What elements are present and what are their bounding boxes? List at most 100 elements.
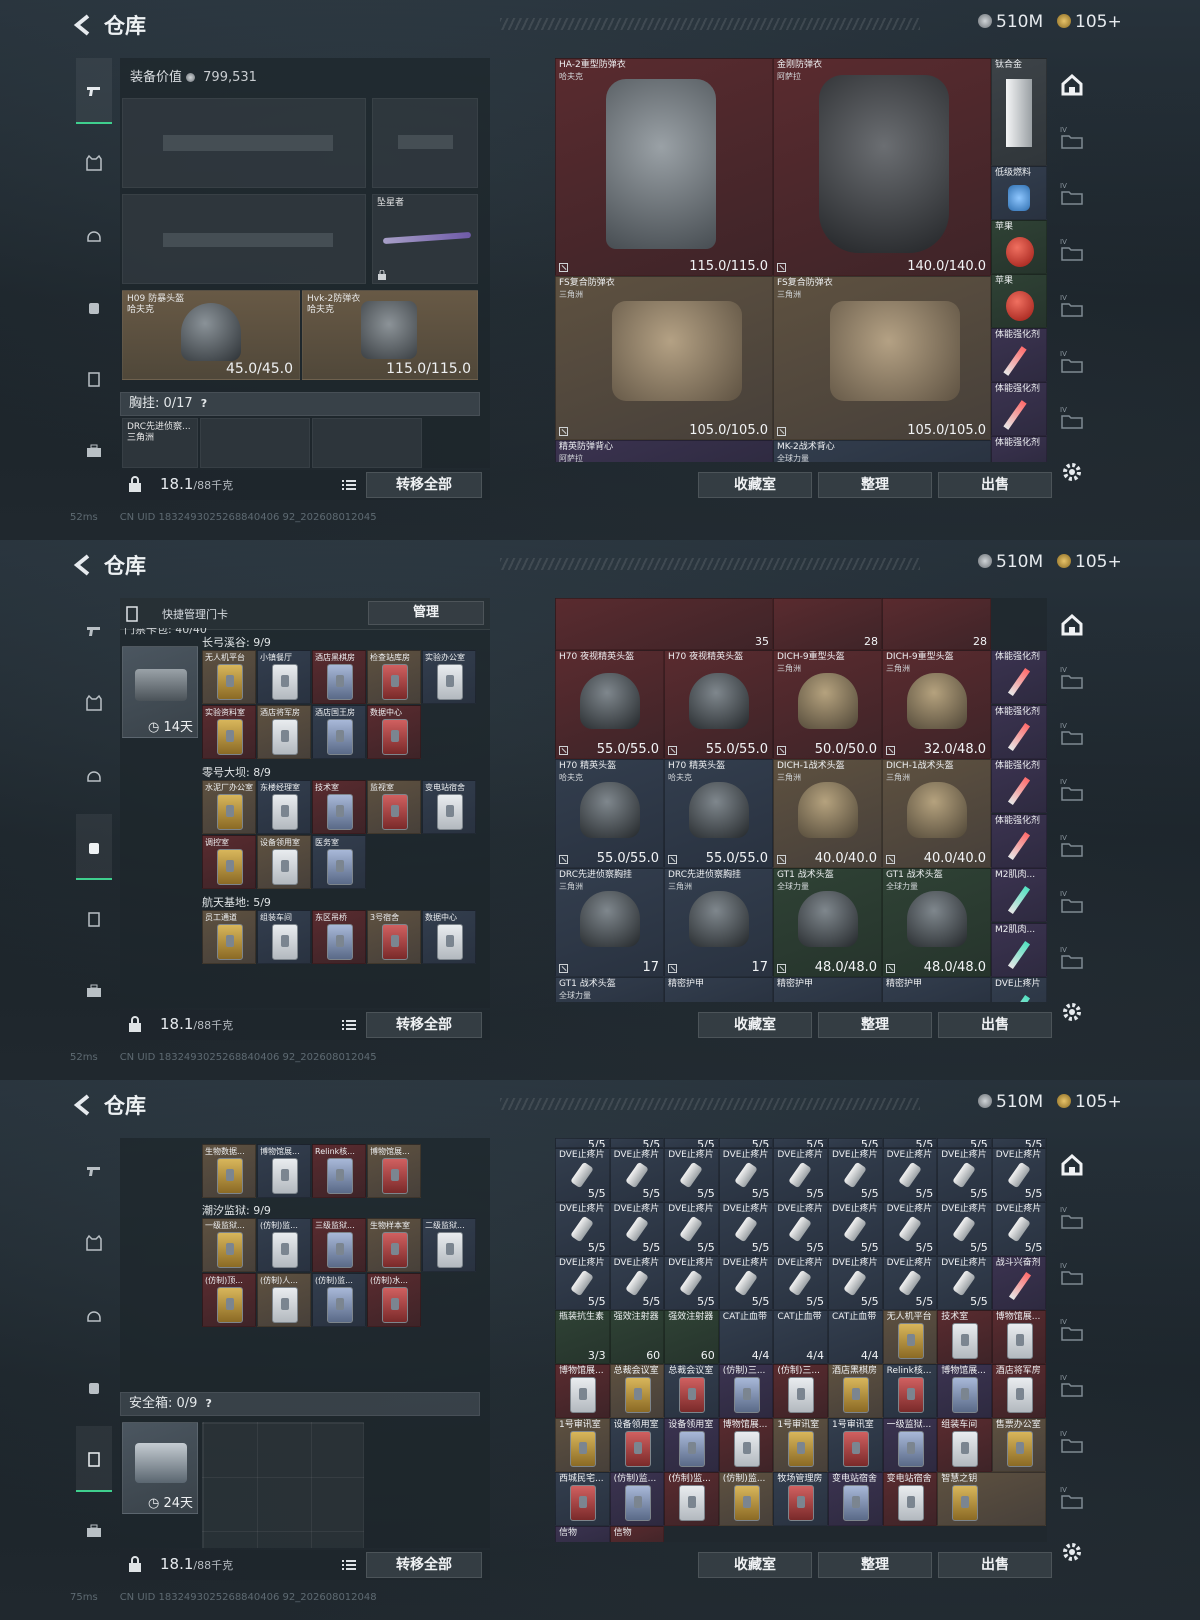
safe-box-grid[interactable]	[202, 1422, 364, 1548]
stash-item[interactable]: 5/5	[828, 1138, 883, 1148]
stash-item[interactable]: DICH-1战术头盔 三角洲 40.0/40.0	[882, 759, 991, 868]
stash-item[interactable]: CAT止血带 4/4	[828, 1310, 883, 1364]
stash-item[interactable]: H70 精英头盔 哈夫克 55.0/55.0	[555, 759, 664, 868]
stash-item[interactable]: DVE止疼片 5/5	[773, 1202, 828, 1256]
stash-item[interactable]: 博物馆展...	[718, 1418, 774, 1472]
stash-item[interactable]: (仿制)三...	[773, 1364, 828, 1418]
stash-item[interactable]: FS复合防弹衣 三角洲 105.0/105.0	[773, 276, 991, 440]
chest-rig-slot[interactable]	[312, 418, 422, 468]
stash-item[interactable]: 5/5	[991, 1138, 1047, 1148]
armor-slot[interactable]: Hvk-2防弹衣 哈夫克 115.0/115.0	[302, 290, 478, 380]
stash-tab-main[interactable]	[1052, 58, 1092, 112]
keycard-item[interactable]: 生物样本室	[367, 1218, 421, 1272]
stash-item[interactable]: MK-2战术背心 全球力量	[773, 440, 991, 462]
sidebar-item-weapons[interactable]	[76, 1138, 112, 1204]
stash-item[interactable]: 5/5	[555, 1138, 610, 1148]
stash-tab-3[interactable]: IV	[1052, 1306, 1092, 1360]
stash-item[interactable]: 5/5	[609, 1138, 665, 1148]
stash-item[interactable]: 钛合金	[991, 58, 1047, 166]
stash-tab-4[interactable]: IV	[1052, 822, 1092, 876]
stash-item[interactable]: 体能强化剂	[991, 382, 1047, 436]
stash-item[interactable]: 设备领用室	[609, 1418, 665, 1472]
stash-item[interactable]: DICH-1战术头盔 三角洲 40.0/40.0	[773, 759, 882, 868]
stash-tab-2[interactable]: IV	[1052, 1250, 1092, 1304]
list-view-button[interactable]	[338, 1014, 360, 1036]
stash-item[interactable]: DVE止疼片 5/5	[882, 1202, 938, 1256]
melee-slot[interactable]: 坠星者	[372, 194, 478, 284]
stash-item[interactable]: 苹果	[991, 274, 1047, 328]
stash-item[interactable]: 西城民宅...	[555, 1472, 610, 1526]
keycard-item[interactable]: 变电站宿舍	[422, 780, 476, 834]
stash-item[interactable]: DVE止疼片 5/5	[882, 1256, 938, 1310]
stash-tab-5[interactable]: IV	[1052, 338, 1092, 392]
stash-item[interactable]: 博物馆展...	[555, 1364, 610, 1418]
stash-item[interactable]: 5/5	[773, 1138, 828, 1148]
stash-item[interactable]: FS复合防弹衣 三角洲 105.0/105.0	[555, 276, 773, 440]
stash-tab-3[interactable]: IV	[1052, 226, 1092, 280]
stash-item[interactable]: DVE止疼片 5/5	[718, 1202, 774, 1256]
stash-item[interactable]: GT1 战术头盔 全球力量	[555, 977, 664, 1002]
stash-item[interactable]: DVE止疼片 5/5	[937, 1202, 992, 1256]
stash-tab-5[interactable]: IV	[1052, 878, 1092, 932]
stash-item[interactable]: CAT止血带 4/4	[773, 1310, 828, 1364]
keycard-item[interactable]: 酒店黑棋房	[312, 650, 366, 704]
stash-item[interactable]: 强效注射器 60	[609, 1310, 665, 1364]
keycard-item[interactable]: 监视室	[367, 780, 421, 834]
stash-item[interactable]: HA-2重型防弹衣 哈夫克 115.0/115.0	[555, 58, 773, 276]
stash-item[interactable]: 5/5	[718, 1138, 774, 1148]
settings-gear-icon[interactable]	[1060, 1540, 1084, 1564]
keycard-item[interactable]: (仿制)监...	[257, 1218, 311, 1272]
stash-tab-1[interactable]: IV	[1052, 654, 1092, 708]
lock-icon[interactable]	[128, 1016, 142, 1032]
sidebar-item-backpack[interactable]	[76, 1354, 112, 1420]
stash-item[interactable]: 体能强化剂	[991, 328, 1047, 382]
keycard-item[interactable]: 水泥厂办公室	[202, 780, 256, 834]
stash-item[interactable]: 低级燃料	[991, 166, 1047, 220]
stash-item[interactable]: 总裁会议室	[664, 1364, 719, 1418]
sidebar-item-safe[interactable]	[76, 886, 112, 952]
stash-item[interactable]: (仿制)监...	[664, 1472, 719, 1526]
stash-item[interactable]: DVE止疼片 5/5	[773, 1148, 828, 1202]
stash-item[interactable]: 精英防弹背心 阿萨拉	[555, 440, 773, 462]
stash-item[interactable]: DVE止疼片 5/5	[828, 1202, 883, 1256]
stash-item[interactable]: 5/5	[664, 1138, 719, 1148]
stash-item[interactable]: (仿制)监...	[609, 1472, 665, 1526]
stash-tab-3[interactable]: IV	[1052, 766, 1092, 820]
sidebar-item-toolbox[interactable]	[76, 1498, 112, 1564]
keycard-item[interactable]: 小镇餐厅	[257, 650, 311, 704]
stash-item[interactable]: H70 夜视精英头盔 55.0/55.0	[555, 650, 664, 759]
keycard-item[interactable]: 一级监狱...	[202, 1218, 256, 1272]
stash-item[interactable]: H70 精英头盔 哈夫克 55.0/55.0	[664, 759, 773, 868]
settings-gear-icon[interactable]	[1060, 460, 1084, 484]
keycard-item[interactable]: 三级监狱...	[312, 1218, 366, 1272]
chest-rig-item[interactable]: DRC先进侦察... 三角洲	[122, 418, 198, 468]
stash-item[interactable]: 精密护甲	[882, 977, 991, 1002]
keycard-item[interactable]: 酒店国王房	[312, 705, 366, 759]
keycard-item[interactable]: 无人机平台	[202, 650, 256, 704]
stash-item[interactable]: DVE止疼片 5/5	[937, 1148, 992, 1202]
stash-tab-main[interactable]	[1052, 598, 1092, 652]
stash-item[interactable]: 博物馆展...	[991, 1310, 1047, 1364]
keycard-item[interactable]: 博物馆展...	[257, 1144, 311, 1198]
sidebar-item-helmets[interactable]	[76, 202, 112, 268]
stash-item[interactable]: 设备领用室	[664, 1418, 719, 1472]
sort-button[interactable]: 整理	[818, 472, 932, 498]
stash-tab-5[interactable]: IV	[1052, 1418, 1092, 1472]
stash-item[interactable]: DVE止疼片 5/5	[991, 1148, 1047, 1202]
stash-item[interactable]: 体能强化剂	[991, 759, 1047, 813]
gold-currency[interactable]: 105+	[1057, 1092, 1122, 1112]
list-view-button[interactable]	[338, 1554, 360, 1576]
collection-room-button[interactable]: 收藏室	[698, 1552, 812, 1578]
primary-weapon-slot[interactable]	[122, 98, 366, 188]
sidebar-item-safe[interactable]	[76, 1426, 112, 1492]
stash-item[interactable]: DVE止疼片 5/5	[773, 1256, 828, 1310]
transfer-all-button[interactable]: 转移全部	[366, 1552, 482, 1578]
stash-item[interactable]: 1号审讯室	[773, 1418, 828, 1472]
stash-item[interactable]: DVE止疼片	[991, 977, 1047, 1002]
collection-room-button[interactable]: 收藏室	[698, 472, 812, 498]
stash-item[interactable]: 酒店黑棋房	[828, 1364, 883, 1418]
keycard-item[interactable]: (仿制)监...	[312, 1273, 366, 1327]
stash-item[interactable]: 35	[555, 598, 773, 650]
secondary-weapon-slot[interactable]	[122, 194, 366, 284]
stash-item[interactable]: CAT止血带 4/4	[718, 1310, 774, 1364]
